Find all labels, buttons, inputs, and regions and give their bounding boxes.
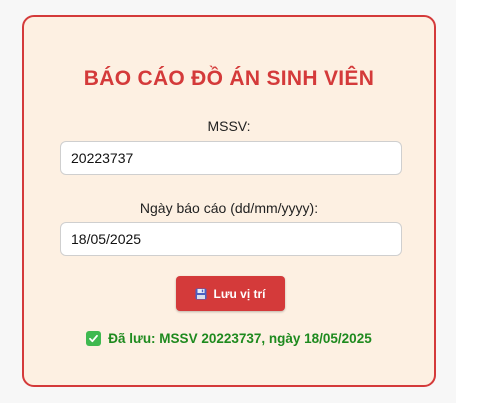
floppy-disk-icon <box>195 288 207 300</box>
save-button[interactable]: Lưu vị trí <box>176 276 285 311</box>
mssv-input[interactable] <box>60 141 402 175</box>
page-title: BÁO CÁO ĐỒ ÁN SINH VIÊN <box>83 67 375 90</box>
report-date-input[interactable] <box>60 222 402 256</box>
report-date-label: Ngày báo cáo (dd/mm/yyyy): <box>139 200 319 216</box>
check-box-icon <box>86 331 102 346</box>
report-form-card: BÁO CÁO ĐỒ ÁN SINH VIÊN MSSV: Ngày báo c… <box>22 15 436 387</box>
save-button-label: Lưu vị trí <box>213 286 266 301</box>
save-status-text: Đã lưu: MSSV 20223737, ngày 18/05/2025 <box>108 331 372 346</box>
save-status-message: Đã lưu: MSSV 20223737, ngày 18/05/2025 <box>24 331 434 346</box>
mssv-label: MSSV: <box>207 118 251 134</box>
